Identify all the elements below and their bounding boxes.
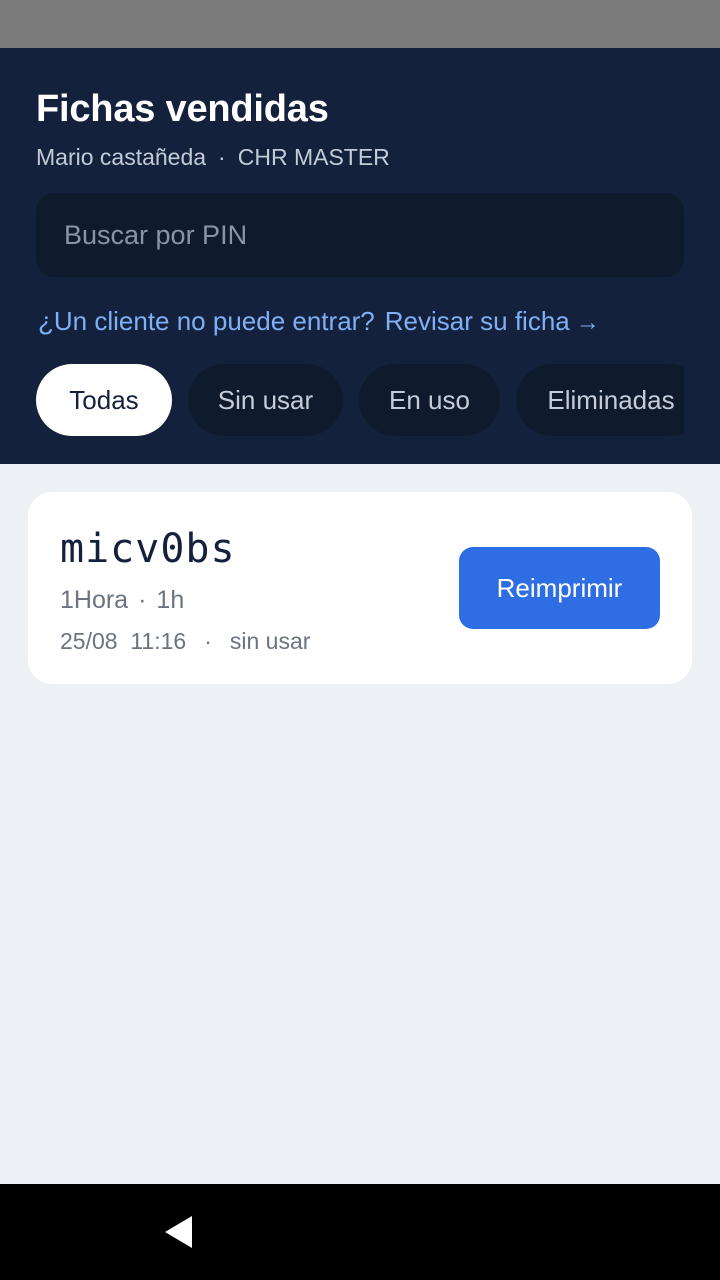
separator-dot: ·	[218, 144, 226, 170]
back-button[interactable]	[160, 1212, 200, 1252]
plan-duration: 1h	[156, 586, 185, 614]
user-name: Mario castañeda	[36, 144, 207, 170]
review-ticket-label: Revisar su ficha	[384, 306, 570, 336]
status-bar	[0, 0, 720, 48]
ticket-plan: 1Hora · 1h	[60, 586, 184, 615]
help-row: ¿Un cliente no puede entrar? Revisar su f…	[38, 306, 600, 337]
header: Fichas vendidas Mario castañeda · CHR MAST…	[0, 48, 720, 464]
filter-chips: Todas Sin usar En uso Eliminadas	[36, 364, 684, 436]
filter-chip-todas[interactable]: Todas	[36, 364, 172, 436]
navigation-bar	[0, 1184, 720, 1280]
filter-chip-eliminadas[interactable]: Eliminadas	[516, 364, 684, 436]
search-input[interactable]	[36, 193, 684, 277]
filter-chip-sin-usar[interactable]: Sin usar	[188, 364, 343, 436]
filter-chip-en-uso[interactable]: En uso	[359, 364, 500, 436]
ticket-pin: micv0bs	[60, 526, 236, 572]
ticket-meta: 25/08 11:16 · sin usar	[60, 628, 310, 655]
search-box	[36, 193, 684, 277]
ticket-time: 11:16	[130, 628, 187, 654]
user-subtitle: Mario castañeda · CHR MASTER	[36, 144, 390, 171]
separator-dot: ·	[204, 628, 212, 654]
ticket-card: micv0bs 1Hora · 1h 25/08 11:16 · sin usar Re…	[28, 492, 692, 684]
separator-dot: ·	[138, 586, 147, 614]
plan-name: 1Hora	[60, 586, 129, 614]
review-ticket-link[interactable]: Revisar su ficha →	[385, 306, 600, 336]
back-triangle-icon	[165, 1216, 192, 1248]
reprint-button[interactable]: Reimprimir	[459, 547, 660, 629]
page-title: Fichas vendidas	[36, 88, 329, 130]
ticket-status: sin usar	[229, 628, 311, 654]
user-role: CHR MASTER	[237, 144, 390, 170]
help-question: ¿Un cliente no puede entrar?	[38, 306, 375, 336]
ticket-date: 25/08	[60, 628, 118, 654]
arrow-right-icon: →	[575, 309, 600, 336]
